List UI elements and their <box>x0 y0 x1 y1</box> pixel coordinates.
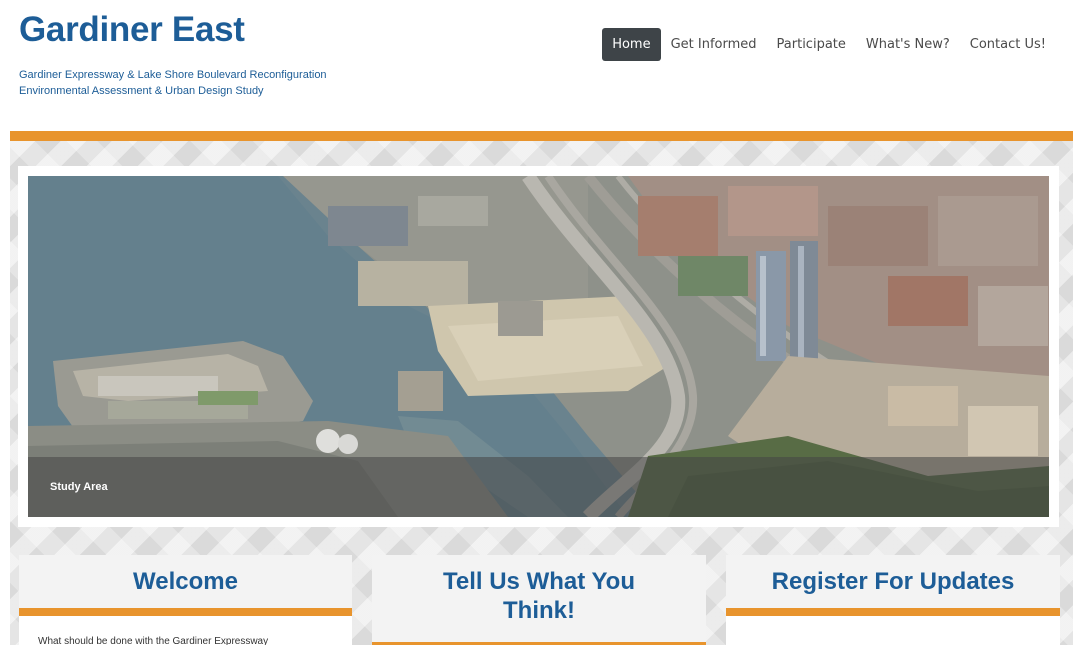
welcome-divider <box>19 608 352 616</box>
slide-caption-bar: Study Area <box>28 457 1049 517</box>
hero-frame: Study Area <box>18 166 1059 527</box>
site-tagline: Gardiner Expressway & Lake Shore Bouleva… <box>19 67 439 99</box>
nav-home[interactable]: Home <box>602 28 661 61</box>
tell-us-heading: Tell Us What You Think! <box>372 555 706 642</box>
header-divider <box>10 131 1073 141</box>
slide-caption: Study Area <box>50 481 108 493</box>
welcome-heading: Welcome <box>19 555 352 608</box>
hero-slide[interactable]: Study Area <box>28 176 1049 517</box>
main-nav: Home Get Informed Participate What's New… <box>602 28 1056 61</box>
register-heading: Register For Updates <box>726 555 1060 608</box>
site-header: Gardiner East Gardiner Expressway & Lake… <box>0 0 1073 131</box>
nav-contact-us[interactable]: Contact Us! <box>960 28 1056 61</box>
register-divider <box>726 608 1060 616</box>
nav-whats-new[interactable]: What's New? <box>856 28 960 61</box>
nav-get-informed[interactable]: Get Informed <box>661 28 767 61</box>
nav-participate[interactable]: Participate <box>767 28 856 61</box>
site-title-link[interactable]: Gardiner East <box>19 8 245 52</box>
tell-us-heading-line-1: Tell Us What You <box>442 568 635 595</box>
tagline-line-2: Environmental Assessment & Urban Design … <box>19 85 264 97</box>
page: Gardiner East Gardiner Expressway & Lake… <box>0 0 1073 645</box>
welcome-card: Welcome What should be done with the Gar… <box>19 555 352 645</box>
tagline-line-1: Gardiner Expressway & Lake Shore Bouleva… <box>19 69 327 81</box>
welcome-body-text: What should be done with the Gardiner Ex… <box>38 636 269 645</box>
tell-us-heading-line-2: Think! <box>503 597 575 624</box>
tell-us-card: Tell Us What You Think! <box>372 555 706 645</box>
register-card: Register For Updates <box>726 555 1060 645</box>
